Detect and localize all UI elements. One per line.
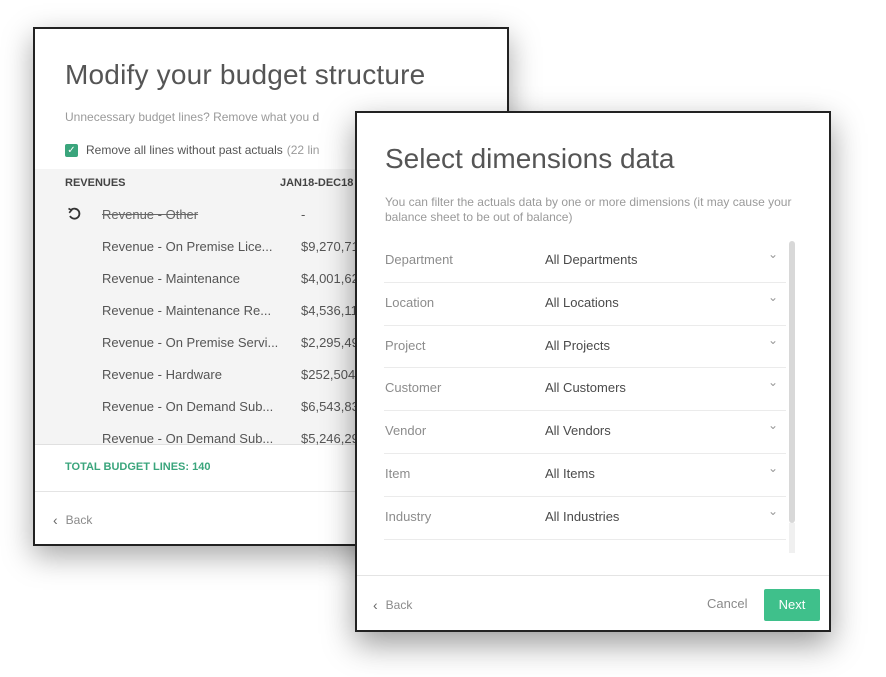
dimension-label: Department [385, 252, 453, 267]
row-name: Revenue - Maintenance Re... [102, 303, 272, 318]
dimension-label: Customer [385, 380, 442, 396]
select-dimensions-dialog: Select dimensions data You can filter th… [355, 111, 831, 632]
chevron-left-icon: ‹ [373, 597, 378, 613]
row-value: - [301, 207, 306, 222]
dialog-description: You can filter the actuals data by one o… [385, 195, 792, 224]
footer-divider [357, 575, 829, 576]
remove-lines-checkbox-row[interactable]: ✓ Remove all lines without past actuals … [65, 143, 319, 157]
chevron-down-icon[interactable]: ⌄ [768, 333, 778, 347]
row-name: Revenue - Other [102, 207, 199, 222]
checkbox-label: Remove all lines without past actuals [86, 143, 283, 157]
dialog-title: Select dimensions data [385, 143, 675, 174]
chevron-down-icon[interactable]: ⌄ [768, 461, 778, 475]
chevron-left-icon: ‹ [53, 512, 58, 528]
undo-icon[interactable] [67, 207, 81, 221]
dimension-row-project[interactable]: Project All Projects ⌄ [384, 326, 786, 369]
back-label: Back [65, 513, 93, 527]
dimension-select[interactable]: All Locations [545, 295, 619, 310]
row-name: Revenue - On Premise Servi... [102, 335, 279, 350]
dimension-select[interactable]: All Industries [545, 509, 619, 524]
dimension-label: Vendor [385, 423, 427, 439]
chevron-down-icon[interactable]: ⌄ [768, 247, 778, 261]
dialog-title: Modify your budget structure [65, 59, 426, 90]
dimension-select[interactable]: All Projects [545, 338, 610, 353]
back-label: Back [385, 598, 413, 612]
chevron-down-icon[interactable]: ⌄ [768, 418, 778, 432]
chevron-down-icon[interactable]: ⌄ [768, 504, 778, 518]
check-icon[interactable]: ✓ [65, 143, 78, 157]
dimension-label: Location [385, 294, 435, 310]
checkbox-count: (22 lin [286, 143, 320, 157]
cancel-button[interactable]: Cancel [707, 596, 747, 611]
row-value: $5,246,29 [301, 431, 359, 446]
dialog-subtitle: Unnecessary budget lines? Remove what yo… [65, 110, 320, 124]
dimension-select[interactable]: All Departments [545, 252, 637, 267]
chevron-down-icon[interactable]: ⌄ [768, 290, 778, 304]
dimensions-list: Department All Departments ⌄ Location Al… [384, 240, 786, 540]
dimension-row-industry[interactable]: Industry All Industries ⌄ [384, 497, 786, 540]
row-name: Revenue - On Demand Sub... [102, 431, 274, 446]
total-budget-lines: TOTAL BUDGET LINES: 140 [65, 461, 211, 473]
dimension-row-customer[interactable]: Customer All Customers ⌄ [384, 368, 786, 412]
row-name: Revenue - On Premise Lice... [102, 239, 273, 254]
dimension-select[interactable]: All Customers [545, 380, 626, 395]
chevron-down-icon[interactable]: ⌄ [768, 375, 778, 389]
dimension-select[interactable]: All Vendors [545, 423, 611, 438]
column-header-period: JAN18-DEC18 [280, 177, 354, 189]
row-value: $4,001,62 [301, 271, 359, 286]
column-header-revenues: REVENUES [65, 177, 126, 189]
row-name: Revenue - On Demand Sub... [102, 399, 274, 414]
dimension-label: Project [385, 337, 426, 353]
dimension-label: Item [385, 465, 411, 481]
row-value: $9,270,71 [301, 239, 359, 254]
scrollbar-track[interactable] [789, 523, 795, 553]
dimension-row-department[interactable]: Department All Departments ⌄ [384, 240, 786, 283]
row-value: $2,295,49 [301, 335, 359, 350]
next-button[interactable]: Next [764, 589, 820, 621]
dimension-row-item[interactable]: Item All Items ⌄ [384, 454, 786, 497]
dimension-label: Industry [385, 508, 432, 524]
back-button[interactable]: ‹ Back [53, 512, 92, 528]
row-value: $4,536,11 [301, 303, 358, 318]
scrollbar-thumb[interactable] [789, 241, 795, 523]
dimension-row-vendor[interactable]: Vendor All Vendors ⌄ [384, 411, 786, 454]
dimension-row-location[interactable]: Location All Locations ⌄ [384, 283, 786, 326]
dimension-select[interactable]: All Items [545, 466, 595, 481]
row-name: Revenue - Hardware [102, 367, 222, 382]
row-value: $6,543,83 [301, 399, 359, 414]
row-value: $252,504 [301, 367, 356, 382]
row-name: Revenue - Maintenance [102, 271, 241, 286]
back-button[interactable]: ‹ Back [373, 597, 412, 613]
